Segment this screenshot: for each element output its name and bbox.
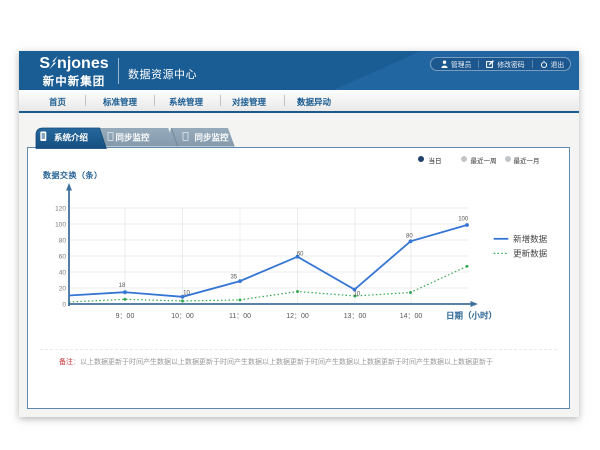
- svg-text:120: 120: [55, 205, 66, 212]
- svg-text:80: 80: [59, 237, 67, 244]
- svg-text:新增数据: 新增数据: [513, 233, 548, 243]
- svg-text:0: 0: [62, 301, 66, 308]
- svg-text:13：00: 13：00: [344, 313, 367, 320]
- svg-text:同步监控: 同步监控: [194, 133, 229, 143]
- svg-text:12：00: 12：00: [286, 313, 309, 320]
- svg-text:同步监控: 同步监控: [115, 133, 150, 143]
- svg-text:60: 60: [59, 253, 67, 260]
- svg-text:100: 100: [55, 221, 66, 228]
- svg-text:更新数据: 更新数据: [513, 248, 548, 258]
- svg-text:80: 80: [406, 233, 413, 239]
- svg-text:14：00: 14：00: [400, 313, 423, 320]
- svg-text:40: 40: [59, 269, 67, 276]
- svg-text:100: 100: [458, 216, 469, 222]
- svg-text:系统介绍: 系统介绍: [54, 133, 89, 143]
- svg-text:60: 60: [297, 251, 304, 257]
- svg-text:10: 10: [354, 291, 361, 297]
- svg-text:20: 20: [59, 285, 67, 292]
- svg-text:35: 35: [230, 274, 237, 280]
- svg-text:9：00: 9：00: [116, 313, 135, 320]
- svg-text:日期（小时）: 日期（小时）: [446, 310, 497, 320]
- svg-text:11：00: 11：00: [229, 313, 251, 320]
- svg-text:18: 18: [119, 283, 126, 289]
- svg-text:10: 10: [183, 290, 190, 296]
- svg-text:10：00: 10：00: [171, 313, 194, 320]
